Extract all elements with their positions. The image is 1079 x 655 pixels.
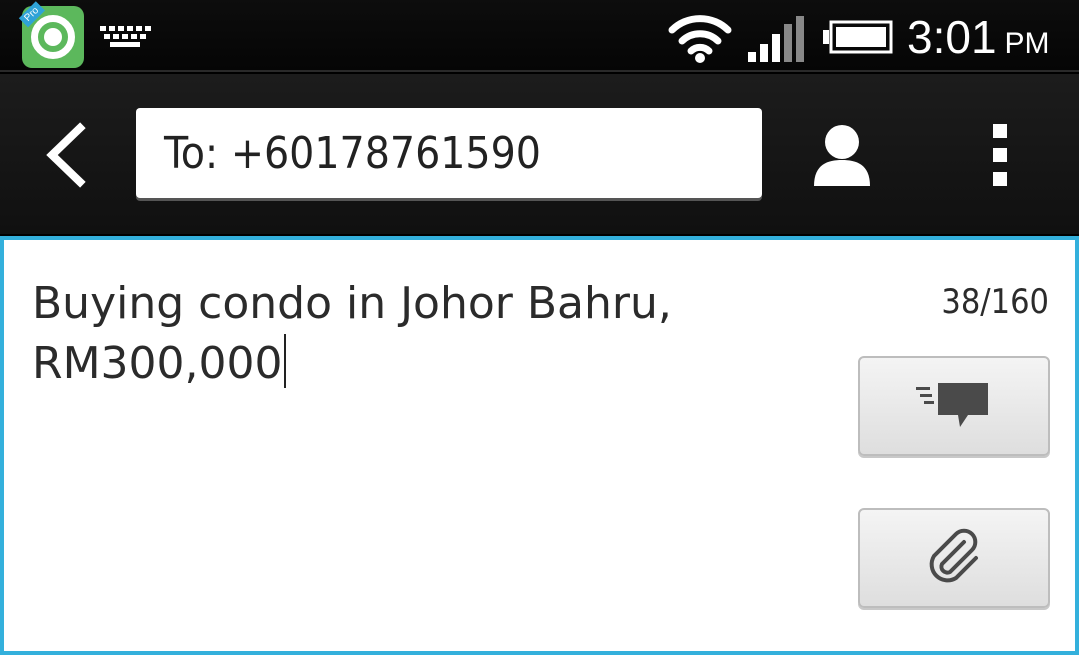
app-icon: Pro [18, 1, 84, 68]
status-bar: Pro 3:01 PM [0, 0, 1079, 72]
back-arrow-icon [46, 122, 86, 188]
battery-icon [823, 20, 893, 54]
status-clock: 3:01 PM [907, 10, 1050, 64]
keyboard-icon [100, 26, 151, 47]
recipient-text: To: +60178761590 [164, 127, 541, 179]
attach-button[interactable] [858, 508, 1050, 608]
overflow-menu-icon[interactable] [988, 124, 1012, 186]
text-cursor [283, 334, 286, 388]
compose-header: To: +60178761590 [0, 74, 1079, 234]
send-message-icon [916, 383, 988, 427]
back-button[interactable] [30, 120, 100, 190]
clock-time: 3:01 [907, 11, 997, 63]
contact-person-icon [814, 125, 870, 186]
add-contact-button[interactable] [806, 120, 878, 192]
message-text: Buying condo in Johor Bahru, RM300,000 [32, 278, 672, 389]
send-button[interactable] [858, 356, 1050, 456]
recipient-field[interactable]: To: +60178761590 [136, 108, 762, 198]
signal-icon [748, 16, 804, 62]
clock-ampm: PM [1004, 27, 1050, 60]
message-compose-area[interactable]: Buying condo in Johor Bahru, RM300,000 3… [0, 236, 1079, 655]
message-input[interactable]: Buying condo in Johor Bahru, RM300,000 [32, 274, 812, 394]
paperclip-icon [929, 528, 978, 583]
wifi-icon [668, 15, 732, 63]
character-counter: 38/160 [941, 282, 1049, 322]
